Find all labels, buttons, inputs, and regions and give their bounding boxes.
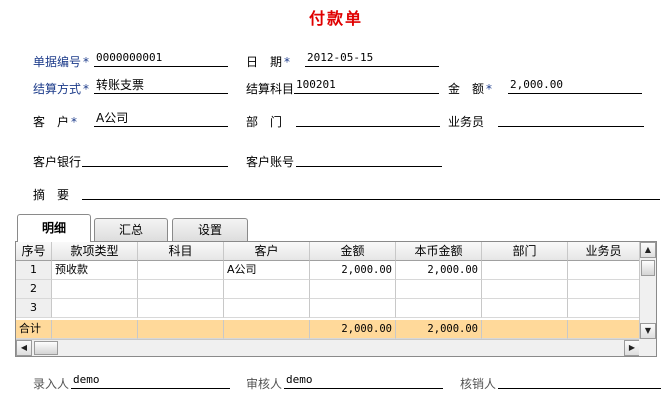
cell-type[interactable] <box>52 299 138 318</box>
doc-no-label: 单据编号 * <box>33 55 90 69</box>
total-type <box>52 320 138 339</box>
total-row: 合计 2,000.00 2,000.00 <box>16 320 640 339</box>
cell-subject[interactable] <box>138 280 224 299</box>
account-label: 客户账号 <box>246 155 295 169</box>
cell-local-amount[interactable] <box>396 299 482 318</box>
horizontal-scroll-thumb[interactable] <box>34 341 58 355</box>
writeoff-field[interactable] <box>498 373 661 389</box>
bank-field[interactable] <box>82 151 228 167</box>
cell-local-amount[interactable]: 2,000.00 <box>396 261 482 280</box>
cell-salesman[interactable] <box>568 261 640 280</box>
cell-type[interactable] <box>52 280 138 299</box>
dept-field[interactable] <box>296 111 440 127</box>
cell-type[interactable]: 预收款 <box>52 261 138 280</box>
salesman-label: 业务员 <box>448 115 485 129</box>
col-type-header[interactable]: 款项类型 <box>52 242 138 261</box>
date-field[interactable]: 2012-05-15 <box>305 51 439 67</box>
cell-amount[interactable]: 2,000.00 <box>310 261 396 280</box>
tab-detail[interactable]: 明细 <box>17 214 91 242</box>
cell-amount[interactable] <box>310 299 396 318</box>
reviewer-label: 审核人 <box>246 377 283 391</box>
vertical-scroll-thumb[interactable] <box>641 260 655 276</box>
row-index: 3 <box>16 299 52 318</box>
cell-dept[interactable] <box>482 299 568 318</box>
scroll-right-icon[interactable]: ▶ <box>624 340 640 356</box>
detail-grid[interactable]: 序号 款项类型 科目 客户 金额 本币金额 部门 业务员 1 预收款 A公司 2… <box>15 241 657 357</box>
customer-field[interactable]: A公司 <box>94 111 228 127</box>
total-subject <box>138 320 224 339</box>
cell-subject[interactable] <box>138 261 224 280</box>
table-row[interactable]: 1 预收款 A公司 2,000.00 2,000.00 <box>16 261 640 280</box>
total-amount: 2,000.00 <box>310 320 396 339</box>
cell-amount[interactable] <box>310 280 396 299</box>
doc-no-field[interactable]: 0000000001 <box>94 51 228 67</box>
total-local-amount: 2,000.00 <box>396 320 482 339</box>
total-label: 合计 <box>16 320 52 339</box>
dept-label: 部 门 <box>246 115 283 129</box>
total-salesman <box>568 320 640 339</box>
reviewer-field[interactable]: demo <box>284 373 443 389</box>
scroll-up-icon[interactable]: ▲ <box>640 242 656 258</box>
col-index-header[interactable]: 序号 <box>16 242 52 261</box>
page-title: 付款单 <box>308 9 363 28</box>
settle-subject-field[interactable]: 100201 <box>294 78 439 94</box>
tab-summary[interactable]: 汇总 <box>94 218 168 242</box>
cell-salesman[interactable] <box>568 280 640 299</box>
horizontal-scrollbar[interactable]: ◀ ▶ <box>16 339 640 356</box>
cell-customer[interactable]: A公司 <box>224 261 310 280</box>
customer-label: 客 户 * <box>33 115 78 129</box>
cell-local-amount[interactable] <box>396 280 482 299</box>
scroll-down-icon[interactable]: ▼ <box>640 323 656 339</box>
total-customer <box>224 320 310 339</box>
col-dept-header[interactable]: 部门 <box>482 242 568 261</box>
settle-method-field[interactable]: 转账支票 <box>94 78 228 94</box>
amount-label: 金 额 * <box>448 82 493 96</box>
col-salesman-header[interactable]: 业务员 <box>568 242 640 261</box>
total-dept <box>482 320 568 339</box>
tab-settings[interactable]: 设置 <box>172 218 248 242</box>
entered-by-label: 录入人 <box>33 377 70 391</box>
bank-label: 客户银行 <box>33 155 82 169</box>
account-field[interactable] <box>296 151 442 167</box>
grid-header-row: 序号 款项类型 科目 客户 金额 本币金额 部门 业务员 <box>16 242 640 261</box>
date-label: 日 期 * <box>246 55 291 69</box>
cell-subject[interactable] <box>138 299 224 318</box>
table-row[interactable]: 3 <box>16 299 640 318</box>
col-customer-header[interactable]: 客户 <box>224 242 310 261</box>
vertical-scrollbar[interactable]: ▲ ▼ <box>639 242 656 339</box>
table-row[interactable]: 2 <box>16 280 640 299</box>
salesman-field[interactable] <box>498 111 644 127</box>
memo-label: 摘 要 <box>33 188 70 202</box>
row-index: 2 <box>16 280 52 299</box>
col-amount-header[interactable]: 金额 <box>310 242 396 261</box>
settle-subject-label: 结算科目 <box>246 82 295 96</box>
col-local-amount-header[interactable]: 本币金额 <box>396 242 482 261</box>
entered-by-field[interactable]: demo <box>71 373 230 389</box>
settle-method-label: 结算方式 * <box>33 82 90 96</box>
memo-field[interactable] <box>82 184 660 200</box>
scroll-corner <box>639 339 656 356</box>
cell-dept[interactable] <box>482 261 568 280</box>
cell-customer[interactable] <box>224 299 310 318</box>
writeoff-label: 核销人 <box>460 377 497 391</box>
col-subject-header[interactable]: 科目 <box>138 242 224 261</box>
row-index: 1 <box>16 261 52 280</box>
amount-field[interactable]: 2,000.00 <box>508 78 642 94</box>
cell-salesman[interactable] <box>568 299 640 318</box>
cell-customer[interactable] <box>224 280 310 299</box>
scroll-left-icon[interactable]: ◀ <box>16 340 32 356</box>
cell-dept[interactable] <box>482 280 568 299</box>
